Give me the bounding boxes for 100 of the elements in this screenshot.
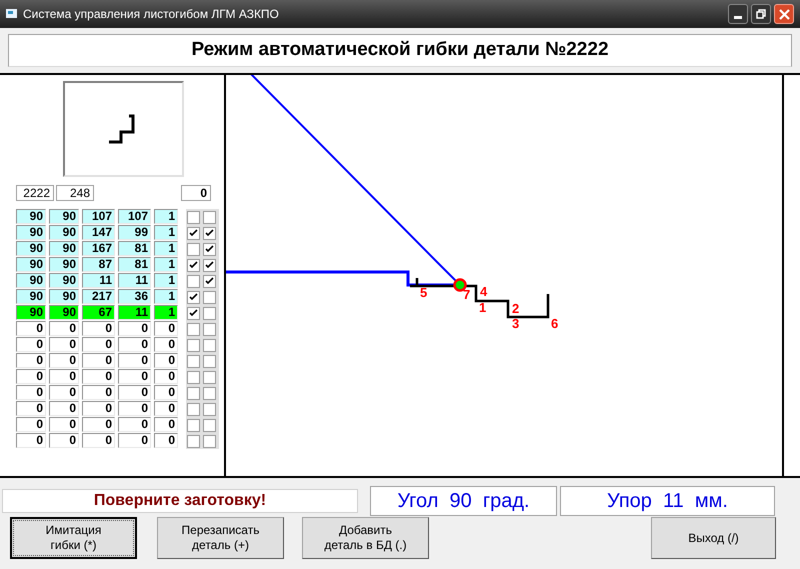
mode-header: Режим автоматической гибки детали №2222	[8, 34, 792, 67]
checkbox[interactable]	[203, 338, 216, 352]
part-field[interactable]: 248	[56, 185, 94, 201]
table-cell: 0	[49, 401, 79, 416]
table-cell: 0	[154, 337, 178, 352]
checkbox[interactable]	[203, 226, 216, 240]
table-cell: 0	[118, 369, 151, 384]
table-cell: 90	[16, 241, 46, 256]
checkbox[interactable]	[187, 418, 200, 432]
checkbox[interactable]	[203, 258, 216, 272]
table-cell: 0	[154, 385, 178, 400]
checkbox[interactable]	[187, 402, 200, 416]
table-cell: 0	[16, 369, 46, 384]
table-cell: 90	[49, 225, 79, 240]
checkbox[interactable]	[187, 322, 200, 336]
table-cell: 0	[82, 433, 115, 448]
action-button[interactable]: Имитация гибки (*)	[10, 517, 137, 559]
checkbox[interactable]	[187, 210, 200, 224]
checkbox[interactable]	[187, 370, 200, 384]
checkbox[interactable]	[203, 354, 216, 368]
part-field[interactable]: 2222	[16, 185, 54, 201]
table-cell: 0	[82, 321, 115, 336]
checkbox[interactable]	[203, 242, 216, 256]
table-cell: 0	[82, 337, 115, 352]
checkbox[interactable]	[203, 386, 216, 400]
table-cell: 90	[49, 289, 79, 304]
stop-display: Упор 11 мм.	[560, 486, 775, 516]
table-cell: 90	[49, 241, 79, 256]
table-cell: 0	[82, 385, 115, 400]
table-cell: 36	[118, 289, 151, 304]
table-cell: 0	[82, 401, 115, 416]
table-cell: 1	[154, 273, 178, 288]
table-cell: 1	[154, 241, 178, 256]
table-cell: 0	[49, 337, 79, 352]
bend-number: 4	[480, 284, 488, 299]
close-button[interactable]	[774, 4, 794, 24]
checkbox[interactable]	[187, 306, 200, 320]
checkbox[interactable]	[187, 354, 200, 368]
checkbox[interactable]	[187, 242, 200, 256]
maximize-button[interactable]	[751, 4, 771, 24]
action-button[interactable]: Добавить деталь в БД (.)	[302, 517, 429, 559]
counter-field[interactable]: 0	[181, 185, 211, 201]
checkbox[interactable]	[203, 210, 216, 224]
table-cell: 0	[154, 417, 178, 432]
table-cell: 107	[82, 209, 115, 224]
table-cell: 90	[49, 209, 79, 224]
angle-display: Угол 90 град.	[370, 486, 557, 516]
table-cell: 11	[82, 273, 115, 288]
checkbox[interactable]	[187, 290, 200, 304]
table-cell: 1	[154, 305, 178, 320]
table-cell: 0	[16, 353, 46, 368]
table-cell: 167	[82, 241, 115, 256]
checkbox[interactable]	[187, 258, 200, 272]
table-cell: 0	[82, 369, 115, 384]
checkbox[interactable]	[203, 370, 216, 384]
table-cell: 90	[16, 305, 46, 320]
status-message: Поверните заготовку!	[2, 489, 358, 513]
table-cell: 0	[49, 417, 79, 432]
table-cell: 0	[49, 369, 79, 384]
table-cell: 0	[16, 337, 46, 352]
checkbox[interactable]	[203, 418, 216, 432]
table-cell: 0	[154, 353, 178, 368]
bend-number: 2	[512, 301, 520, 316]
table-cell: 107	[118, 209, 151, 224]
checkbox[interactable]	[203, 274, 216, 288]
table-cell: 11	[118, 305, 151, 320]
table-cell: 0	[154, 321, 178, 336]
table-cell: 0	[16, 401, 46, 416]
table-cell: 90	[16, 289, 46, 304]
table-cell: 0	[118, 417, 151, 432]
bend-number: 7	[463, 287, 470, 302]
minimize-button[interactable]	[728, 4, 748, 24]
checkbox[interactable]	[187, 386, 200, 400]
table-cell: 67	[82, 305, 115, 320]
checkbox[interactable]	[187, 274, 200, 288]
checkbox[interactable]	[203, 402, 216, 416]
bend-number: 3	[512, 316, 520, 331]
checkbox[interactable]	[203, 434, 216, 448]
table-cell: 90	[49, 257, 79, 272]
table-cell: 1	[154, 209, 178, 224]
action-button[interactable]: Перезаписать деталь (+)	[157, 517, 284, 559]
table-cell: 0	[118, 433, 151, 448]
table-cell: 90	[16, 257, 46, 272]
checkbox[interactable]	[187, 338, 200, 352]
close-icon	[778, 8, 790, 20]
table-cell: 0	[118, 321, 151, 336]
checkbox[interactable]	[203, 322, 216, 336]
checkbox[interactable]	[203, 306, 216, 320]
action-button[interactable]: Выход (/)	[651, 517, 776, 559]
table-cell: 81	[118, 257, 151, 272]
table-cell: 0	[16, 417, 46, 432]
bend-number: 5	[420, 285, 428, 300]
table-cell: 1	[154, 225, 178, 240]
table-cell: 90	[16, 273, 46, 288]
table-cell: 0	[49, 385, 79, 400]
table-cell: 90	[49, 273, 79, 288]
checkbox[interactable]	[187, 226, 200, 240]
table-cell: 90	[16, 209, 46, 224]
checkbox[interactable]	[203, 290, 216, 304]
checkbox[interactable]	[187, 434, 200, 448]
